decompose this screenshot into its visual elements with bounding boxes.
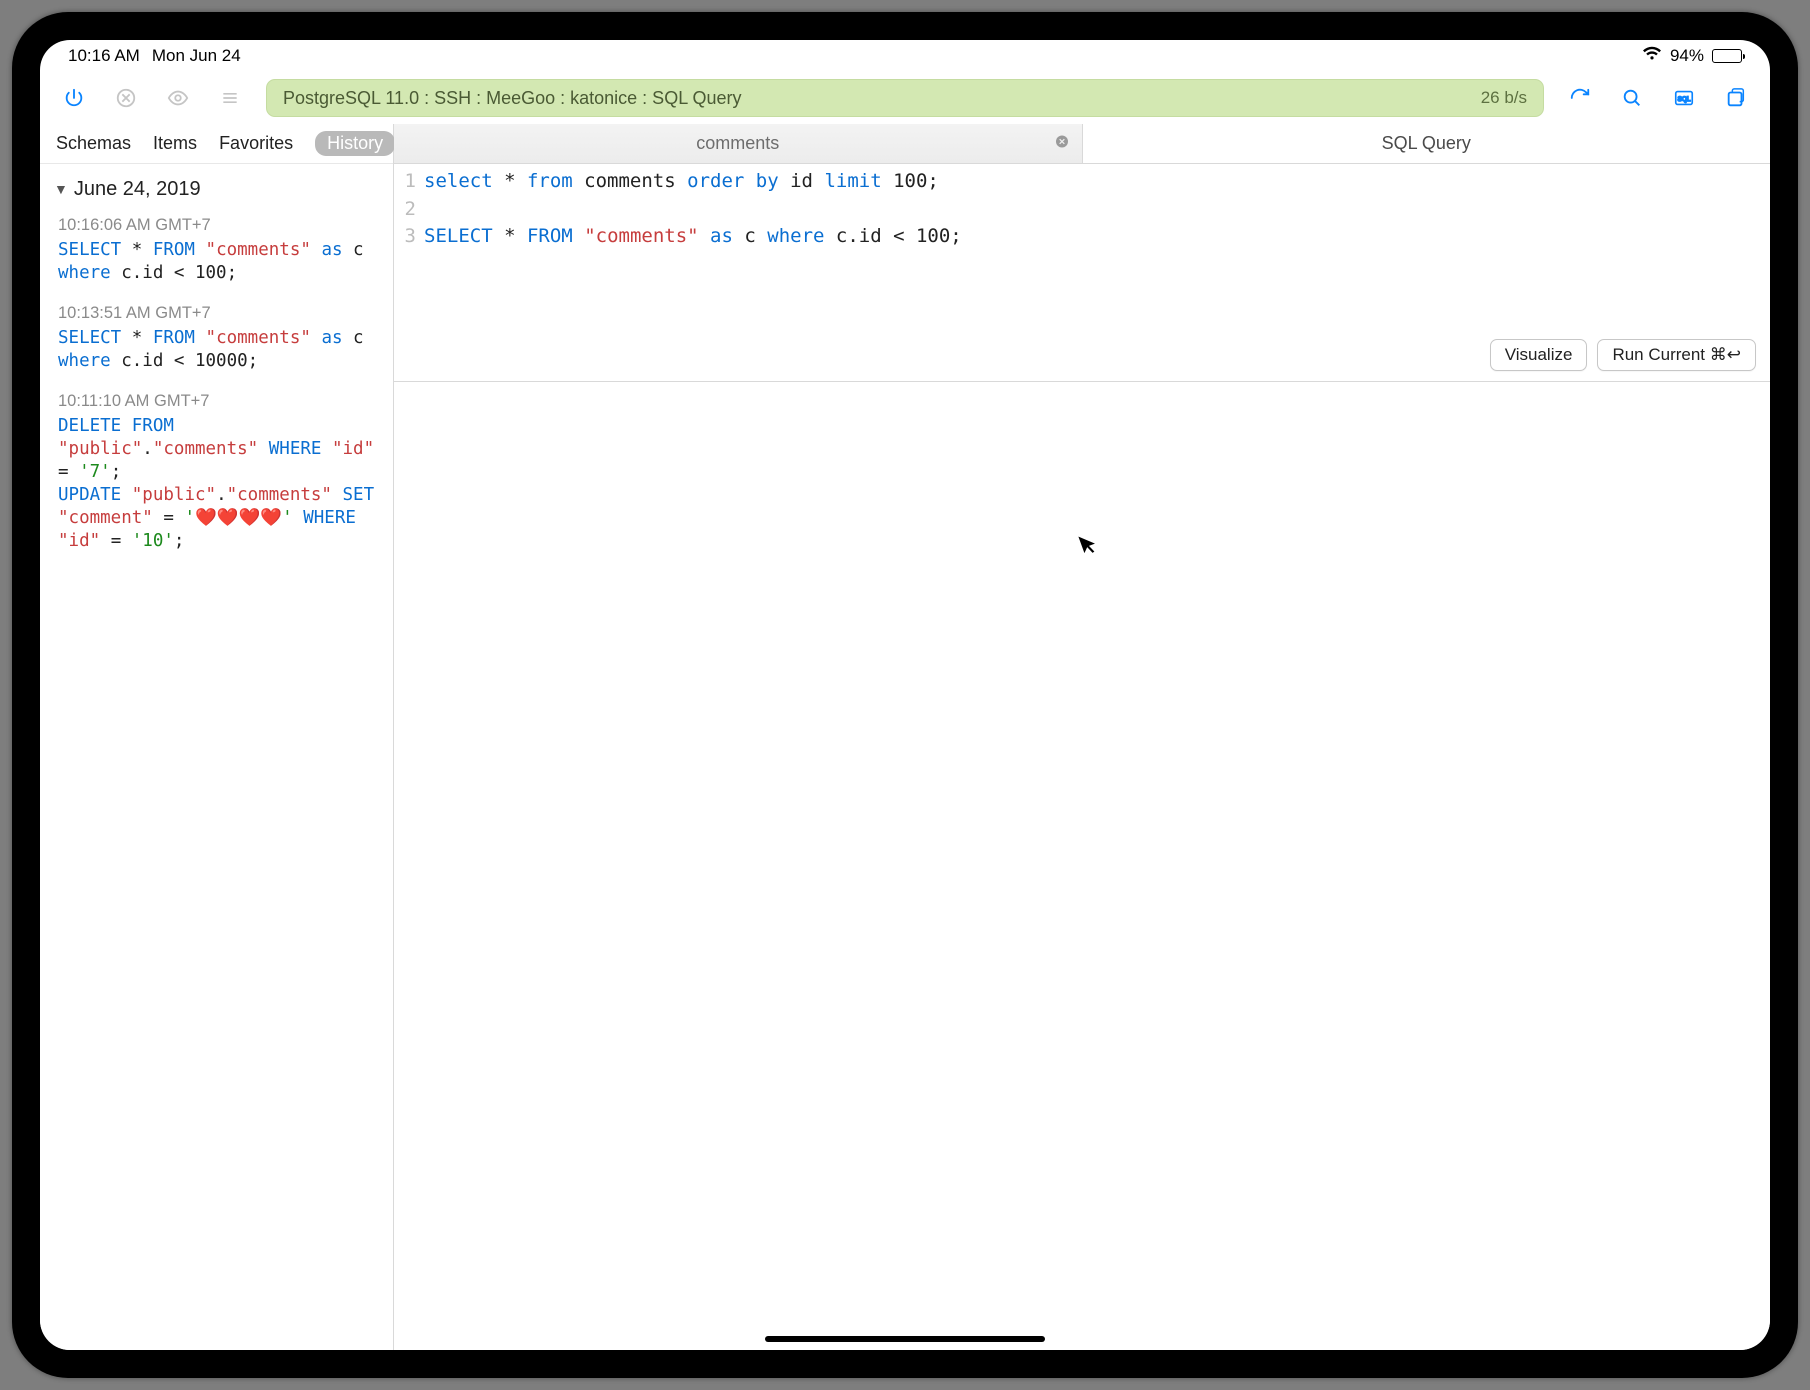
sidebar: Schemas Items Favorites History ▼ June 2…: [40, 124, 394, 1350]
home-indicator[interactable]: [765, 1336, 1045, 1342]
stop-icon[interactable]: [110, 82, 142, 114]
connection-pill[interactable]: PostgreSQL 11.0 : SSH : MeeGoo : katonic…: [266, 79, 1544, 117]
history-query: SELECT * FROM "comments" as c where c.id…: [58, 327, 381, 373]
tab-label: SQL Query: [1382, 133, 1471, 154]
sql-icon[interactable]: SQL: [1668, 82, 1700, 114]
visualize-button[interactable]: Visualize: [1490, 339, 1588, 371]
close-icon[interactable]: [1054, 133, 1070, 154]
tab-history[interactable]: History: [315, 131, 395, 156]
tab-items[interactable]: Items: [153, 133, 197, 154]
list-icon[interactable]: [214, 82, 246, 114]
history-date-label: June 24, 2019: [74, 178, 201, 201]
history-time: 10:11:10 AM GMT+7: [58, 391, 381, 415]
status-date: Mon Jun 24: [152, 46, 241, 66]
run-current-button[interactable]: Run Current ⌘↩︎: [1597, 339, 1756, 371]
history-entry[interactable]: 10:11:10 AM GMT+7DELETE FROM "public"."c…: [52, 387, 381, 567]
refresh-icon[interactable]: [1564, 82, 1596, 114]
tab-comments[interactable]: comments: [394, 124, 1083, 163]
disclosure-triangle-icon[interactable]: ▼: [54, 181, 68, 197]
sidebar-tabs: Schemas Items Favorites History: [40, 124, 393, 164]
app-toolbar: PostgreSQL 11.0 : SSH : MeeGoo : katonic…: [40, 72, 1770, 124]
connection-title: PostgreSQL 11.0 : SSH : MeeGoo : katonic…: [283, 88, 1481, 109]
tab-favorites[interactable]: Favorites: [219, 133, 293, 154]
tab-sql-query[interactable]: SQL Query: [1083, 124, 1771, 163]
power-icon[interactable]: [58, 82, 90, 114]
code-area[interactable]: select * from comments order by id limit…: [424, 168, 1770, 251]
main-area: comments SQL Query 123 select * from com…: [394, 124, 1770, 1350]
screen: 10:16 AM Mon Jun 24 94%: [40, 40, 1770, 1350]
history-query: DELETE FROM "public"."comments" WHERE "i…: [58, 415, 381, 554]
status-bar: 10:16 AM Mon Jun 24 94%: [40, 40, 1770, 72]
line-gutter: 123: [394, 168, 424, 251]
editor-tabs: comments SQL Query: [394, 124, 1770, 164]
history-query: SELECT * FROM "comments" as c where c.id…: [58, 239, 381, 285]
results-area: [394, 382, 1770, 1350]
mouse-cursor-icon: [1075, 528, 1105, 566]
history-time: 10:16:06 AM GMT+7: [58, 215, 381, 239]
panels-icon[interactable]: [1720, 82, 1752, 114]
sql-editor[interactable]: 123 select * from comments order by id l…: [394, 164, 1770, 382]
battery-icon: [1712, 49, 1742, 63]
search-icon[interactable]: [1616, 82, 1648, 114]
history-time: 10:13:51 AM GMT+7: [58, 303, 381, 327]
eye-icon[interactable]: [162, 82, 194, 114]
svg-text:SQL: SQL: [1678, 96, 1691, 103]
battery-percent: 94%: [1670, 46, 1704, 66]
history-entry[interactable]: 10:16:06 AM GMT+7SELECT * FROM "comments…: [52, 211, 381, 299]
status-time: 10:16 AM: [68, 46, 140, 66]
tab-schemas[interactable]: Schemas: [56, 133, 131, 154]
device-frame: 10:16 AM Mon Jun 24 94%: [12, 12, 1798, 1378]
connection-rate: 26 b/s: [1481, 88, 1527, 108]
history-date-header[interactable]: ▼ June 24, 2019: [52, 172, 381, 211]
history-list: ▼ June 24, 2019 10:16:06 AM GMT+7SELECT …: [40, 164, 393, 567]
history-entry[interactable]: 10:13:51 AM GMT+7SELECT * FROM "comments…: [52, 299, 381, 387]
tab-label: comments: [696, 133, 779, 154]
wifi-icon: [1642, 46, 1662, 66]
